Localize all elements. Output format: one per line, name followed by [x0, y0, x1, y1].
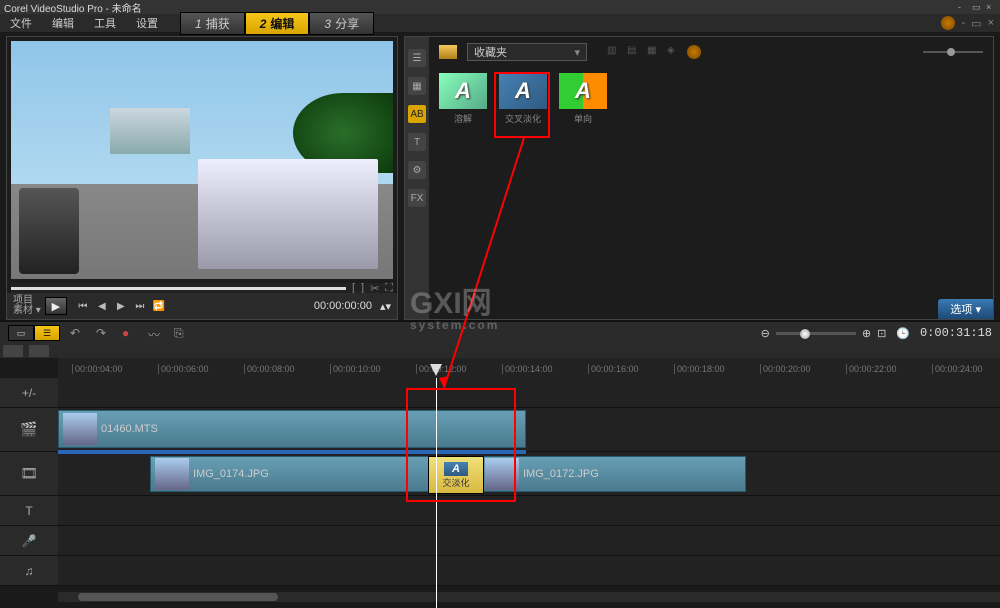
menubar: 文件 编辑 工具 设置 1捕获 2编辑 3分享 - ▭ ×	[0, 14, 1000, 32]
media-tab[interactable]: ☰	[408, 49, 426, 67]
header-row	[58, 378, 1000, 408]
clip-ov1-label: IMG_0174.JPG	[193, 468, 269, 480]
thumb-size-slider[interactable]	[923, 51, 983, 53]
title-track-label[interactable]: T	[0, 496, 58, 526]
lib-icon-2[interactable]: ▤	[627, 45, 641, 59]
clip-overlay-2[interactable]: IMG_0172.JPG	[466, 456, 746, 492]
storyboard-view-button[interactable]: ▭	[8, 325, 34, 341]
library-panel: ☰ ▦ AB T ⚙ FX 收藏夹 ▥ ▤ ▦ ◈ A溶解	[404, 36, 994, 320]
menu-tools[interactable]: 工具	[84, 15, 126, 31]
options-button[interactable]: 选项 ▾	[938, 299, 993, 319]
gear-icon[interactable]	[941, 16, 955, 30]
h-scrollbar[interactable]	[58, 592, 1000, 602]
voice-track-label[interactable]: 🎤	[0, 526, 58, 556]
clip-video[interactable]: 01460.MTS	[58, 410, 526, 448]
trans-thumb-crossfade[interactable]: A交叉淡化	[499, 73, 547, 125]
category-dropdown[interactable]: 收藏夹	[467, 43, 587, 61]
zoom-slider[interactable]	[776, 332, 856, 335]
redo-button[interactable]: ↷	[96, 326, 112, 340]
filter-tab[interactable]: FX	[408, 189, 426, 207]
playhead[interactable]	[436, 378, 437, 608]
titlebar: Corel VideoStudio Pro - 未命名 - ▭ ×	[0, 0, 1000, 14]
lib-icon-3[interactable]: ▦	[647, 45, 661, 59]
goto-end-button[interactable]: ⏭	[132, 298, 148, 314]
app-title: Corel VideoStudio Pro - 未命名	[4, 0, 142, 15]
timeline-view-button[interactable]: ☰	[34, 325, 60, 341]
clock-icon: 🕒	[896, 327, 910, 340]
play-button[interactable]: ▶	[45, 297, 67, 315]
next-frame-button[interactable]: ▶	[113, 298, 129, 314]
record-button[interactable]: ●	[122, 326, 138, 340]
preview-canvas[interactable]	[11, 41, 393, 279]
max2-icon[interactable]: ▭	[971, 17, 981, 30]
min-icon[interactable]: -	[958, 2, 968, 12]
zoom-in-button[interactable]: ⊕	[862, 327, 871, 340]
preview-panel: []✂⛶ 项目素材 ▾ ▶ ⏮ ◀ ▶ ⏭ 🔁 00:00:00:00 ▴▾	[6, 36, 398, 320]
timecode: 00:00:00:00	[314, 300, 372, 313]
undo-button[interactable]: ↶	[70, 326, 86, 340]
tl-hdr-btn-2[interactable]	[29, 345, 49, 357]
step-tabs: 1捕获 2编辑 3分享	[180, 12, 374, 35]
tl-hdr-btn-1[interactable]	[3, 345, 23, 357]
title-tab[interactable]: T	[408, 133, 426, 151]
project-duration: 0:00:31:18	[920, 326, 992, 340]
zoom-out-button[interactable]: ⊖	[761, 327, 770, 340]
repeat-button[interactable]: 🔁	[151, 298, 167, 314]
max-icon[interactable]: ▭	[972, 2, 982, 12]
step-share[interactable]: 3分享	[309, 12, 374, 35]
goto-start-button[interactable]: ⏮	[75, 298, 91, 314]
lib-icon-4[interactable]: ◈	[667, 45, 681, 59]
trans-thumb-dissolve[interactable]: A溶解	[439, 73, 487, 125]
min2-icon[interactable]: -	[961, 17, 965, 29]
menu-settings[interactable]: 设置	[126, 15, 168, 31]
batch-button[interactable]: ⎘	[174, 326, 190, 340]
time-ruler[interactable]: 00:00:04:00 00:00:06:00 00:00:08:00 00:0…	[58, 358, 1000, 378]
clip-ov2-label: IMG_0172.JPG	[523, 468, 599, 480]
clip-video-label: 01460.MTS	[101, 423, 158, 435]
transition-tab[interactable]: AB	[408, 105, 426, 123]
close-icon[interactable]: ×	[986, 2, 996, 12]
menu-edit[interactable]: 编辑	[42, 15, 84, 31]
title-track[interactable]	[58, 496, 1000, 526]
audio-button[interactable]: 〰	[148, 326, 164, 340]
video-track[interactable]: 01460.MTS	[58, 408, 1000, 452]
voice-track[interactable]	[58, 526, 1000, 556]
step-capture[interactable]: 1捕获	[180, 12, 245, 35]
tc-stepper[interactable]: ▴▾	[380, 300, 391, 313]
clip-overlay-1[interactable]: IMG_0174.JPG	[150, 456, 447, 492]
folder-icon[interactable]	[439, 45, 457, 59]
overlay-track-label[interactable]: 🎞	[0, 452, 58, 496]
video-track-label[interactable]: 🎬	[0, 408, 58, 452]
fit-button[interactable]: ⊡	[877, 327, 886, 340]
instant-tab[interactable]: ▦	[408, 77, 426, 95]
music-track[interactable]	[58, 556, 1000, 586]
music-track-label[interactable]: ♫	[0, 556, 58, 586]
close2-icon[interactable]: ×	[988, 17, 994, 29]
track-label-eye[interactable]: +/-	[0, 378, 58, 408]
trans-thumb-single[interactable]: A单向	[559, 73, 607, 125]
prev-frame-button[interactable]: ◀	[94, 298, 110, 314]
lib-icon-1[interactable]: ▥	[607, 45, 621, 59]
lib-gear-icon[interactable]	[687, 45, 701, 59]
menu-file[interactable]: 文件	[0, 15, 42, 31]
scrub-bar[interactable]: []✂⛶	[11, 283, 393, 293]
graphic-tab[interactable]: ⚙	[408, 161, 426, 179]
step-edit[interactable]: 2编辑	[245, 12, 310, 35]
overlay-track[interactable]: IMG_0174.JPG IMG_0172.JPG A 交淡化	[58, 452, 1000, 496]
proj-label: 项目素材 ▾	[13, 296, 41, 316]
